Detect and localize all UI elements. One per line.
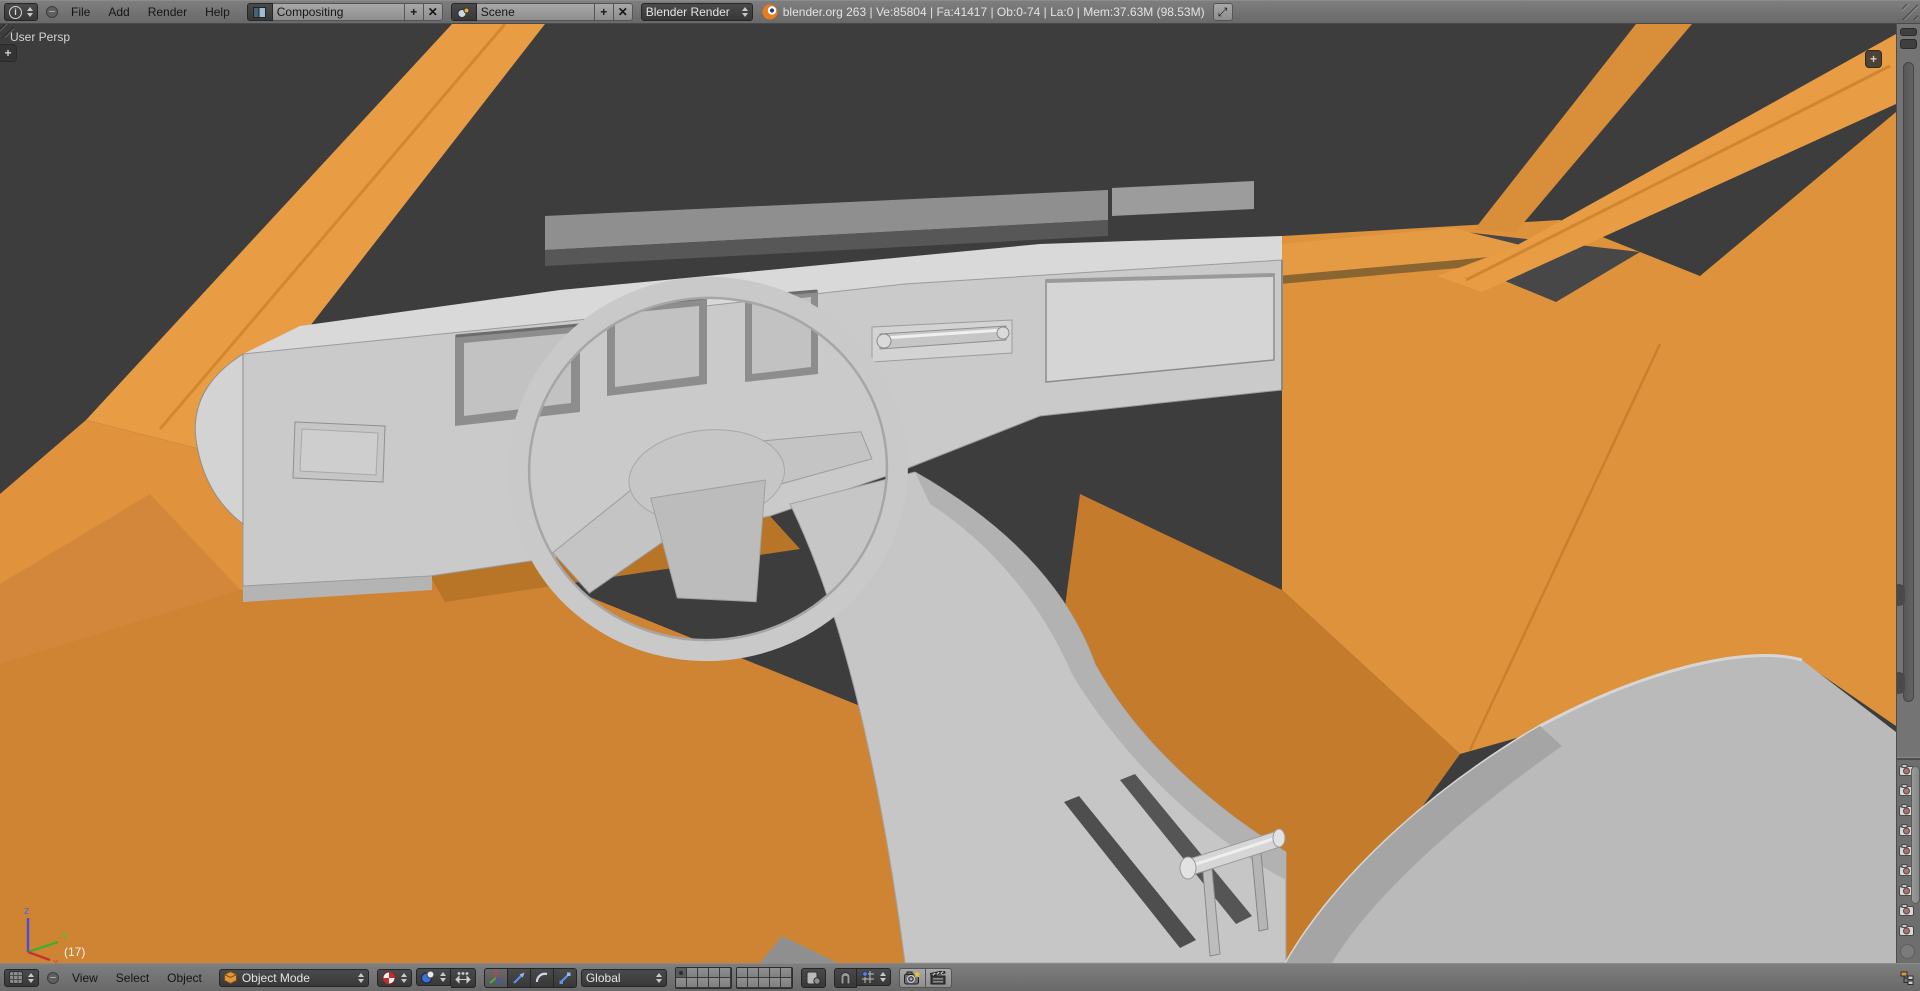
render-engine-dropdown[interactable]: Blender Render	[640, 3, 753, 21]
scene-close-button[interactable]: ✕	[613, 3, 633, 21]
opengl-render-animation-button[interactable]	[925, 967, 952, 988]
layers-grid-2[interactable]	[735, 966, 793, 989]
manipulator-axes-icon	[489, 971, 503, 984]
outliner-editor-icon	[1900, 971, 1914, 985]
scrollbar-thumb[interactable]	[1911, 766, 1920, 904]
collapse-menus-icon[interactable]: –	[46, 6, 58, 18]
maximize-window-icon[interactable]: ⤢	[1212, 3, 1233, 21]
axis-y-label: Y	[61, 931, 69, 943]
panel-tab[interactable]	[1897, 672, 1905, 694]
collapsed-widget-icon[interactable]	[1900, 39, 1917, 49]
mode-dropdown[interactable]: Object Mode	[218, 968, 369, 987]
menu-object[interactable]: Object	[158, 971, 211, 985]
viewport-shading-dropdown[interactable]	[376, 968, 412, 987]
menu-add[interactable]: Add	[99, 5, 138, 19]
toolshelf-expand-button[interactable]: +	[0, 44, 17, 62]
view3d-header: – View Select Object Object Mode Global	[0, 963, 1896, 991]
scale-icon	[559, 972, 571, 984]
menu-render[interactable]: Render	[139, 5, 196, 19]
scene-icon-button[interactable]	[450, 3, 477, 21]
magnet-icon	[840, 971, 851, 984]
opengl-render-image-button[interactable]	[898, 967, 926, 988]
scene-add-button[interactable]: +	[594, 3, 614, 21]
shading-sphere-icon	[382, 971, 396, 984]
chevron-updown-icon	[439, 971, 446, 982]
pivot-point-dropdown[interactable]	[415, 967, 451, 986]
info-header: i – File Add Render Help Compositing + ✕	[0, 0, 1920, 24]
scrollbar-thumb[interactable]	[1903, 62, 1914, 702]
clapperboard-icon	[929, 970, 946, 984]
scene-field[interactable]: Scene	[476, 3, 595, 21]
screen-layout-close-button[interactable]: ✕	[423, 3, 443, 21]
frame-counter-label: (17)	[64, 945, 86, 959]
chevron-updown-icon	[400, 972, 407, 983]
view-name-label: User Persp	[10, 30, 71, 44]
collapse-menus-icon[interactable]: –	[47, 971, 59, 984]
properties-editor-collapsed	[1897, 24, 1920, 757]
object-mode-cube-icon	[223, 971, 237, 984]
manipulator-rotate-button[interactable]	[530, 967, 554, 988]
manipulator-toggle[interactable]	[483, 967, 508, 988]
panel-tab[interactable]	[1897, 584, 1905, 606]
blender-window: i – File Add Render Help Compositing + ✕	[0, 0, 1920, 991]
chevron-updown-icon	[655, 972, 662, 983]
rotate-arc-icon	[535, 972, 548, 982]
scene-icon	[457, 7, 470, 18]
screen-layout-field[interactable]: Compositing	[272, 3, 405, 21]
menu-help[interactable]: Help	[196, 5, 239, 19]
chevron-updown-icon	[357, 972, 364, 983]
stats-readout: blender.org 263 | Ve:85804 | Fa:41417 | …	[782, 5, 1205, 19]
outliner-row[interactable]	[1897, 920, 1920, 940]
render-toggle-camera-icon[interactable]	[1899, 904, 1914, 916]
snap-increment-icon	[861, 970, 874, 983]
chevron-updown-icon	[879, 971, 886, 982]
screen-layout-icon-button[interactable]	[246, 3, 273, 21]
translate-arrow-icon	[513, 972, 525, 984]
properties-shelf-expand-button[interactable]: +	[1865, 50, 1882, 68]
center-points-icon	[455, 972, 471, 984]
info-icon: i	[9, 5, 22, 19]
chevron-updown-icon	[28, 972, 34, 983]
render-toggle-camera-icon[interactable]	[1899, 924, 1914, 936]
snap-element-dropdown[interactable]	[856, 967, 891, 986]
outliner-header[interactable]	[1896, 963, 1920, 991]
menu-file[interactable]: File	[62, 5, 99, 19]
transform-orientation-dropdown[interactable]: Global	[580, 968, 667, 987]
blender-logo-icon	[762, 4, 778, 20]
viewport-3d[interactable]: User Persp + + z Y x (17)	[0, 24, 1896, 963]
scrollbar-end	[1900, 944, 1915, 959]
render-camera-icon	[903, 970, 921, 984]
manipulator-translate-button[interactable]	[507, 967, 531, 988]
manipulate-center-points-toggle[interactable]	[450, 967, 476, 988]
pivot-median-icon	[420, 970, 435, 983]
outliner-collapsed	[1897, 760, 1920, 963]
right-editor-strip	[1896, 24, 1920, 963]
manipulator-scale-button[interactable]	[553, 967, 577, 988]
chevron-updown-icon	[27, 7, 33, 17]
editor-type-dropdown-3dview[interactable]	[4, 968, 39, 987]
proportional-editing-toggle[interactable]	[800, 967, 826, 988]
screen-layout-add-button[interactable]: +	[404, 3, 424, 21]
collapsed-widget-icon[interactable]	[1900, 28, 1917, 36]
area-corner-grip[interactable]	[1902, 4, 1918, 20]
viewport-canvas[interactable]	[0, 24, 1896, 963]
snap-toggle[interactable]	[833, 967, 857, 988]
chevron-updown-icon	[741, 7, 748, 17]
proportional-editing-icon	[806, 971, 821, 985]
menu-view[interactable]: View	[63, 971, 107, 985]
menu-select[interactable]: Select	[107, 971, 158, 985]
view3d-editor-icon	[9, 971, 23, 984]
axis-z-label: z	[24, 905, 30, 917]
screen-layout-icon	[253, 6, 267, 18]
editor-type-dropdown-info[interactable]: i	[4, 3, 38, 21]
layers-grid-1[interactable]	[674, 966, 732, 989]
